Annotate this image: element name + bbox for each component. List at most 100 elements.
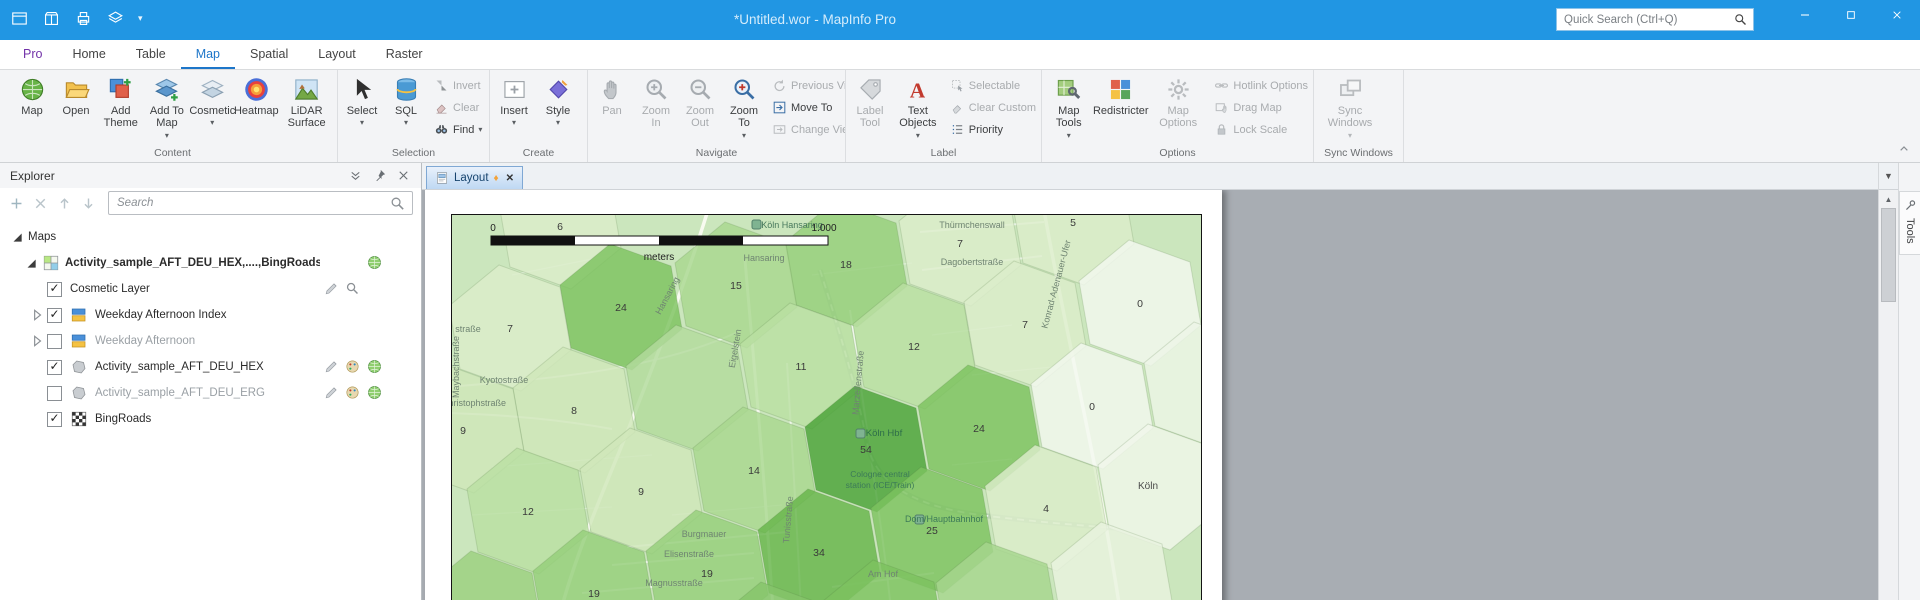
add-theme-button[interactable]: Add Theme▾: [98, 74, 144, 132]
qat-layers-icon[interactable]: [106, 9, 125, 28]
zoom-layer-icon[interactable]: [344, 280, 361, 297]
previous-view-button[interactable]: Previous View▾: [769, 75, 846, 96]
layout-map[interactable]: Köln HansaringHansaringHansaringThürmche…: [452, 215, 1201, 600]
priority-button[interactable]: Priority▾: [947, 119, 1039, 140]
tree-item-maps[interactable]: Maps: [0, 224, 421, 250]
layer-label: Activity_sample_AFT_DEU_ERG: [95, 387, 265, 399]
sync-windows-button[interactable]: Sync Windows▾: [1316, 74, 1384, 142]
add-to-map-button[interactable]: Add To Map▾: [144, 74, 191, 142]
ribbon-tab-layout[interactable]: Layout: [303, 40, 371, 69]
layer-style-icon[interactable]: [344, 384, 361, 401]
map-tools-button[interactable]: Map Tools▾: [1044, 74, 1094, 142]
zoom-in-button[interactable]: Zoom In▾: [634, 74, 678, 132]
expander-icon[interactable]: [24, 256, 38, 270]
layout-page[interactable]: Köln HansaringHansaringHansaringThürmche…: [425, 190, 1222, 600]
globe-icon[interactable]: [366, 384, 383, 401]
lock-scale-button[interactable]: Lock Scale▾: [1211, 119, 1311, 140]
layer-checkbox[interactable]: ✓: [47, 360, 62, 375]
quick-search-box[interactable]: Quick Search (Ctrl+Q): [1556, 8, 1754, 31]
redistricter-grid-icon: [1107, 76, 1134, 103]
scroll-up-icon[interactable]: ▲: [1879, 190, 1898, 208]
redistricter-button[interactable]: Redistricter▾: [1094, 74, 1149, 119]
find-button[interactable]: Find▾: [431, 119, 485, 140]
ribbon-tab-table[interactable]: Table: [121, 40, 181, 69]
search-icon[interactable]: [389, 195, 406, 212]
move-down-icon[interactable]: [80, 195, 97, 212]
tree-item-map[interactable]: Activity_sample_AFT_DEU_HEX,....,BingRoa…: [0, 250, 421, 276]
maximize-button[interactable]: [1828, 0, 1874, 30]
pan-button[interactable]: Pan▾: [590, 74, 634, 119]
map-button[interactable]: Map▾: [10, 74, 54, 119]
layer-style-icon[interactable]: [344, 358, 361, 375]
panel-position-icon[interactable]: [348, 168, 363, 183]
collapse-ribbon-icon[interactable]: [1896, 141, 1912, 157]
qat-print-icon[interactable]: [74, 9, 93, 28]
lidar-surface-button[interactable]: LiDAR Surface▾: [278, 74, 335, 132]
edit-style-icon[interactable]: [323, 384, 340, 401]
globe-icon[interactable]: [366, 358, 383, 375]
change-view-button[interactable]: Change View▾: [769, 119, 846, 140]
layout-canvas[interactable]: Köln HansaringHansaringHansaringThürmche…: [422, 190, 1878, 600]
open-button[interactable]: Open▾: [54, 74, 98, 119]
map-options-button[interactable]: Map Options▾: [1148, 74, 1208, 132]
sql-button[interactable]: SQL▾: [384, 74, 428, 129]
insert-button[interactable]: Insert▾: [492, 74, 536, 129]
layer-row-cosmetic[interactable]: ✓ Cosmetic Layer: [0, 276, 421, 302]
selectable-button[interactable]: Selectable▾: [947, 75, 1039, 96]
expander-icon[interactable]: [10, 230, 24, 244]
expander-icon[interactable]: [30, 308, 44, 322]
layer-row-bingroads[interactable]: ✓ BingRoads: [0, 406, 421, 432]
ribbon-tab-home[interactable]: Home: [57, 40, 120, 69]
ribbon-tab-pro[interactable]: Pro: [8, 40, 57, 69]
tab-tools[interactable]: Tools: [1899, 191, 1920, 255]
layer-checkbox[interactable]: ✓: [47, 282, 62, 297]
expander-icon[interactable]: [30, 334, 44, 348]
qat-customize-dropdown-icon[interactable]: ▾: [138, 13, 143, 24]
style-button[interactable]: Style▾: [536, 74, 580, 129]
explorer-search-input[interactable]: Search: [108, 191, 413, 215]
ribbon-tab-map[interactable]: Map: [181, 40, 235, 69]
zoom-to-button[interactable]: Zoom To▾: [722, 74, 766, 142]
globe-icon[interactable]: [366, 254, 383, 271]
ribbon-tab-spatial[interactable]: Spatial: [235, 40, 303, 69]
pin-icon[interactable]: [372, 168, 387, 183]
edit-style-icon[interactable]: [323, 358, 340, 375]
add-icon[interactable]: [8, 195, 25, 212]
close-button[interactable]: [1874, 0, 1920, 30]
drag-map-button[interactable]: Drag Map▾: [1211, 97, 1311, 118]
layer-row-weekday-afternoon[interactable]: ✓ Weekday Afternoon: [0, 328, 421, 354]
scrollbar-thumb[interactable]: [1881, 208, 1896, 302]
cosmetic-button[interactable]: Cosmetic▾: [190, 74, 234, 129]
clear-button[interactable]: Clear▾: [431, 97, 485, 118]
heatmap-button[interactable]: Heatmap▾: [234, 74, 278, 119]
close-tab-icon[interactable]: ✕: [506, 173, 514, 184]
window-list-dropdown-icon[interactable]: ▼: [1879, 163, 1898, 190]
layer-checkbox[interactable]: ✓: [47, 308, 62, 323]
layer-row-hex[interactable]: ✓ Activity_sample_AFT_DEU_HEX: [0, 354, 421, 380]
text-objects-button[interactable]: AText Objects▾: [892, 74, 944, 142]
move-to-button[interactable]: Move To▾: [769, 97, 846, 118]
hotlink-options-button[interactable]: Hotlink Options▾: [1211, 75, 1311, 96]
move-up-icon[interactable]: [56, 195, 73, 212]
invert-button[interactable]: Invert▾: [431, 75, 485, 96]
layer-checkbox[interactable]: ✓: [47, 334, 62, 349]
close-panel-icon[interactable]: [396, 168, 411, 183]
remove-icon[interactable]: [32, 195, 49, 212]
qat-workspace-icon[interactable]: [42, 9, 61, 28]
layer-checkbox[interactable]: ✓: [47, 412, 62, 427]
ribbon-tab-raster[interactable]: Raster: [371, 40, 438, 69]
edit-style-icon[interactable]: [323, 280, 340, 297]
label-tool-button[interactable]: Label Tool▾: [848, 74, 892, 132]
layer-checkbox[interactable]: ✓: [47, 386, 62, 401]
layer-row-weekday-afternoon-index[interactable]: ✓ Weekday Afternoon Index: [0, 302, 421, 328]
vertical-scrollbar[interactable]: ▼ ▲: [1878, 163, 1898, 600]
qat-window-icon[interactable]: [10, 9, 29, 28]
select-button[interactable]: Select▾: [340, 74, 384, 129]
tab-layout[interactable]: Layout ♦ ✕: [426, 166, 523, 189]
minimize-button[interactable]: [1782, 0, 1828, 30]
zoom-out-button[interactable]: Zoom Out▾: [678, 74, 722, 132]
search-icon[interactable]: [1733, 12, 1748, 27]
clear-custom-button[interactable]: Clear Custom▾: [947, 97, 1039, 118]
map-frame[interactable]: Köln HansaringHansaringHansaringThürmche…: [451, 214, 1202, 600]
layer-row-erg[interactable]: ✓ Activity_sample_AFT_DEU_ERG: [0, 380, 421, 406]
